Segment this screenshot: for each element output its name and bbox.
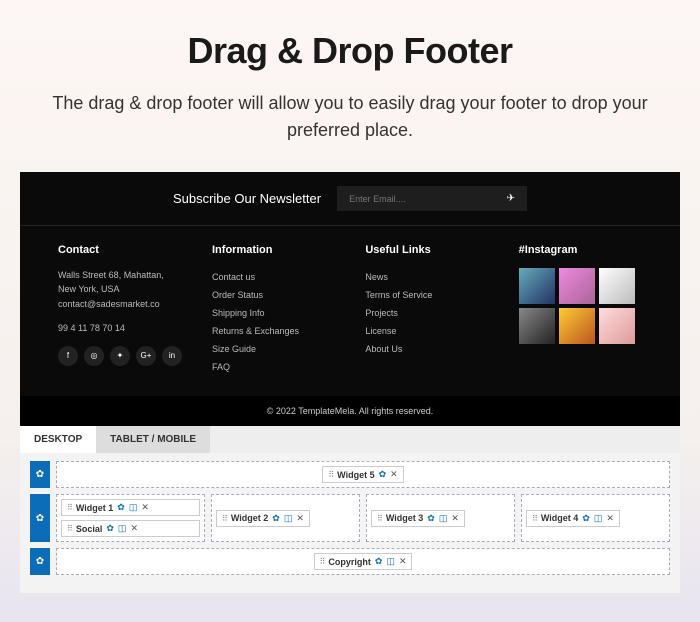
tab-desktop[interactable]: DESKTOP [20,426,96,453]
close-icon[interactable]: ✕ [451,513,459,524]
layout-cell[interactable]: ⠿Widget 3✿◫✕ [366,494,515,542]
layout-cell[interactable]: ⠿Widget 5✿✕ [56,461,670,488]
row-settings-handle[interactable]: ✿ [30,494,50,542]
page-title: Drag & Drop Footer [20,30,680,72]
close-icon[interactable]: ✕ [296,513,304,524]
gear-icon[interactable]: ✿ [582,513,590,524]
drag-icon[interactable]: ⠿ [67,524,72,533]
list-item[interactable]: Order Status [212,286,335,304]
send-icon[interactable]: ✈ [507,193,515,204]
duplicate-icon[interactable]: ◫ [386,556,395,567]
gear-icon[interactable]: ✿ [427,513,435,524]
facebook-icon[interactable]: f [58,346,78,366]
gear-icon[interactable]: ✿ [106,523,114,534]
list-item[interactable]: Size Guide [212,340,335,358]
close-icon[interactable]: ✕ [606,513,614,524]
drag-icon[interactable]: ⠿ [67,503,72,512]
row-settings-handle[interactable]: ✿ [30,548,50,575]
twitter-icon[interactable]: ✦ [110,346,130,366]
newsletter-label: Subscribe Our Newsletter [173,191,321,206]
duplicate-icon[interactable]: ◫ [118,523,127,534]
footer-col-contact: Contact Walls Street 68, Mahattan, New Y… [58,244,182,376]
layout-cell[interactable]: ⠿Widget 2✿◫✕ [211,494,360,542]
instagram-thumbnail[interactable] [519,308,555,344]
list-item[interactable]: Shipping Info [212,304,335,322]
tab-tablet-mobile[interactable]: TABLET / MOBILE [96,426,210,453]
widget-block[interactable]: ⠿Social✿◫✕ [61,520,200,537]
row-settings-handle[interactable]: ✿ [30,461,50,488]
list-item[interactable]: Projects [365,304,488,322]
col-title: Useful Links [365,244,488,256]
col-title: Information [212,244,335,256]
widget-block[interactable]: ⠿Copyright✿◫✕ [314,553,413,570]
duplicate-icon[interactable]: ◫ [129,502,138,513]
instagram-thumbnail[interactable] [519,268,555,304]
drag-icon[interactable]: ⠿ [222,514,227,523]
footer-col-information: Information Contact us Order Status Ship… [212,244,335,376]
gear-icon[interactable]: ✿ [375,556,383,567]
widget-block[interactable]: ⠿Widget 1✿◫✕ [61,499,200,516]
page-subtitle: The drag & drop footer will allow you to… [20,90,680,144]
contact-email: contact@sadesmarket.co [58,299,160,309]
widget-block[interactable]: ⠿Widget 5✿✕ [322,466,403,483]
list-item[interactable]: Terms of Service [365,286,488,304]
gear-icon[interactable]: ✿ [117,502,125,513]
footer-preview: Subscribe Our Newsletter Enter Email....… [20,172,680,426]
instagram-icon[interactable]: ◎ [84,346,104,366]
layout-cell[interactable]: ⠿Copyright✿◫✕ [56,548,670,575]
list-item[interactable]: FAQ [212,358,335,376]
linkedin-icon[interactable]: in [162,346,182,366]
gear-icon[interactable]: ✿ [379,469,387,480]
layout-cell[interactable]: ⠿Widget 1✿◫✕ ⠿Social✿◫✕ [56,494,205,542]
newsletter-input[interactable]: Enter Email.... ✈ [337,186,527,211]
instagram-thumbnail[interactable] [559,308,595,344]
duplicate-icon[interactable]: ◫ [439,513,448,524]
instagram-thumbnail[interactable] [599,308,635,344]
close-icon[interactable]: ✕ [399,556,407,567]
contact-phone: 99 4 11 78 70 14 [58,321,182,335]
duplicate-icon[interactable]: ◫ [284,513,293,524]
copyright-bar: © 2022 TemplateMela. All rights reserved… [20,396,680,426]
drag-icon[interactable]: ⠿ [320,557,325,566]
list-item[interactable]: Returns & Exchanges [212,322,335,340]
col-title: #Instagram [519,244,642,256]
col-title: Contact [58,244,182,256]
instagram-thumbnail[interactable] [559,268,595,304]
footer-col-instagram: #Instagram [519,244,642,376]
duplicate-icon[interactable]: ◫ [594,513,603,524]
drag-icon[interactable]: ⠿ [328,470,333,479]
widget-block[interactable]: ⠿Widget 3✿◫✕ [371,510,465,527]
list-item[interactable]: News [365,268,488,286]
drag-icon[interactable]: ⠿ [377,514,382,523]
close-icon[interactable]: ✕ [130,523,138,534]
close-icon[interactable]: ✕ [141,502,149,513]
instagram-thumbnail[interactable] [599,268,635,304]
close-icon[interactable]: ✕ [390,469,398,480]
layout-cell[interactable]: ⠿Widget 4✿◫✕ [521,494,670,542]
newsletter-bar: Subscribe Our Newsletter Enter Email....… [20,172,680,226]
list-item[interactable]: About Us [365,340,488,358]
layout-editor: DESKTOP TABLET / MOBILE ✿ ⠿Widget 5✿✕ ✿ … [20,426,680,593]
list-item[interactable]: Contact us [212,268,335,286]
google-plus-icon[interactable]: G+ [136,346,156,366]
gear-icon[interactable]: ✿ [272,513,280,524]
drag-icon[interactable]: ⠿ [532,514,537,523]
newsletter-placeholder: Enter Email.... [349,194,406,204]
list-item[interactable]: License [365,322,488,340]
widget-block[interactable]: ⠿Widget 4✿◫✕ [526,510,620,527]
contact-address: Walls Street 68, Mahattan, New York, USA [58,270,164,294]
widget-block[interactable]: ⠿Widget 2✿◫✕ [216,510,310,527]
footer-col-useful: Useful Links News Terms of Service Proje… [365,244,488,376]
